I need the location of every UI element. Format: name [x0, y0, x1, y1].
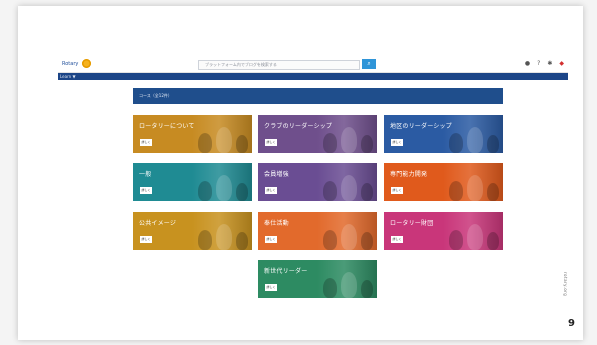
search-placeholder: ブラットフォーム内でブログを検索する: [205, 62, 277, 67]
course-tile-button[interactable]: 詳しく: [140, 139, 152, 146]
course-tile-label: ロータリーについて: [139, 123, 195, 130]
course-tile-label: 新世代リーダー: [264, 268, 308, 275]
course-tile-general[interactable]: 一般 詳しく: [133, 163, 252, 201]
nav-bar: Learn ▼: [58, 73, 568, 80]
course-tile-label: 公共イメージ: [139, 220, 177, 227]
course-tile-club-leadership[interactable]: クラブのリーダーシップ 詳しく: [258, 115, 377, 153]
search-input[interactable]: ブラットフォーム内でブログを検索する: [198, 60, 360, 70]
course-tile-public-image[interactable]: 公共イメージ 詳しく: [133, 212, 252, 250]
settings-icon[interactable]: ✱: [547, 59, 552, 69]
course-tile-about-rotary[interactable]: ロータリーについて 詳しく: [133, 115, 252, 153]
course-tile-button[interactable]: 詳しく: [391, 139, 403, 146]
course-tile-button[interactable]: 詳しく: [265, 139, 277, 146]
top-bar: Rotary ブラットフォーム内でブログを検索する ⌕ ● ? ✱ ◆: [58, 56, 568, 73]
course-section-header: コース（全12件）: [133, 88, 503, 104]
notification-icon[interactable]: ◆: [559, 59, 564, 69]
course-tile-button[interactable]: 詳しく: [140, 236, 152, 243]
course-tile-professional-development[interactable]: 専門能力開発 詳しく: [384, 163, 503, 201]
course-tile-label: ロータリー財団: [390, 220, 434, 227]
rotary-wheel-icon[interactable]: [82, 59, 91, 68]
slide-page-number: 9: [568, 318, 575, 329]
course-tile-button[interactable]: 詳しく: [391, 236, 403, 243]
top-icons: ● ? ✱ ◆: [525, 59, 564, 69]
course-tile-membership[interactable]: 会員増強 詳しく: [258, 163, 377, 201]
course-tile-button[interactable]: 詳しく: [391, 187, 403, 194]
search-button[interactable]: ⌕: [362, 59, 376, 69]
course-tile-label: 専門能力開発: [390, 171, 428, 178]
course-tile-label: 地区のリーダーシップ: [390, 123, 452, 130]
learning-center-screenshot: Rotary ブラットフォーム内でブログを検索する ⌕ ● ? ✱ ◆ Lear…: [58, 56, 568, 303]
presentation-slide: Rotary ブラットフォーム内でブログを検索する ⌕ ● ? ✱ ◆ Lear…: [18, 6, 583, 340]
help-icon[interactable]: ?: [537, 59, 540, 69]
rotary-logo-text[interactable]: Rotary: [62, 59, 78, 69]
course-tile-button[interactable]: 詳しく: [140, 187, 152, 194]
search-icon: ⌕: [367, 60, 371, 67]
course-tile-new-generation-leaders[interactable]: 新世代リーダー 詳しく: [258, 260, 377, 298]
course-tile-button[interactable]: 詳しく: [265, 284, 277, 291]
course-tile-rotary-foundation[interactable]: ロータリー財団 詳しく: [384, 212, 503, 250]
course-section-title: コース（全12件）: [139, 93, 172, 98]
course-tile-button[interactable]: 詳しく: [265, 187, 277, 194]
course-tile-label: 会員増強: [264, 171, 289, 178]
course-tile-label: クラブのリーダーシップ: [264, 123, 333, 130]
course-tile-button[interactable]: 詳しく: [265, 236, 277, 243]
course-tile-label: 奉仕活動: [264, 220, 289, 227]
course-tile-label: 一般: [139, 171, 152, 178]
slide-side-text: rotary.org: [563, 272, 568, 297]
course-tile-district-leadership[interactable]: 地区のリーダーシップ 詳しく: [384, 115, 503, 153]
globe-icon[interactable]: ●: [525, 59, 530, 69]
course-tile-service[interactable]: 奉仕活動 詳しく: [258, 212, 377, 250]
nav-learn-menu[interactable]: Learn ▼: [60, 73, 76, 80]
